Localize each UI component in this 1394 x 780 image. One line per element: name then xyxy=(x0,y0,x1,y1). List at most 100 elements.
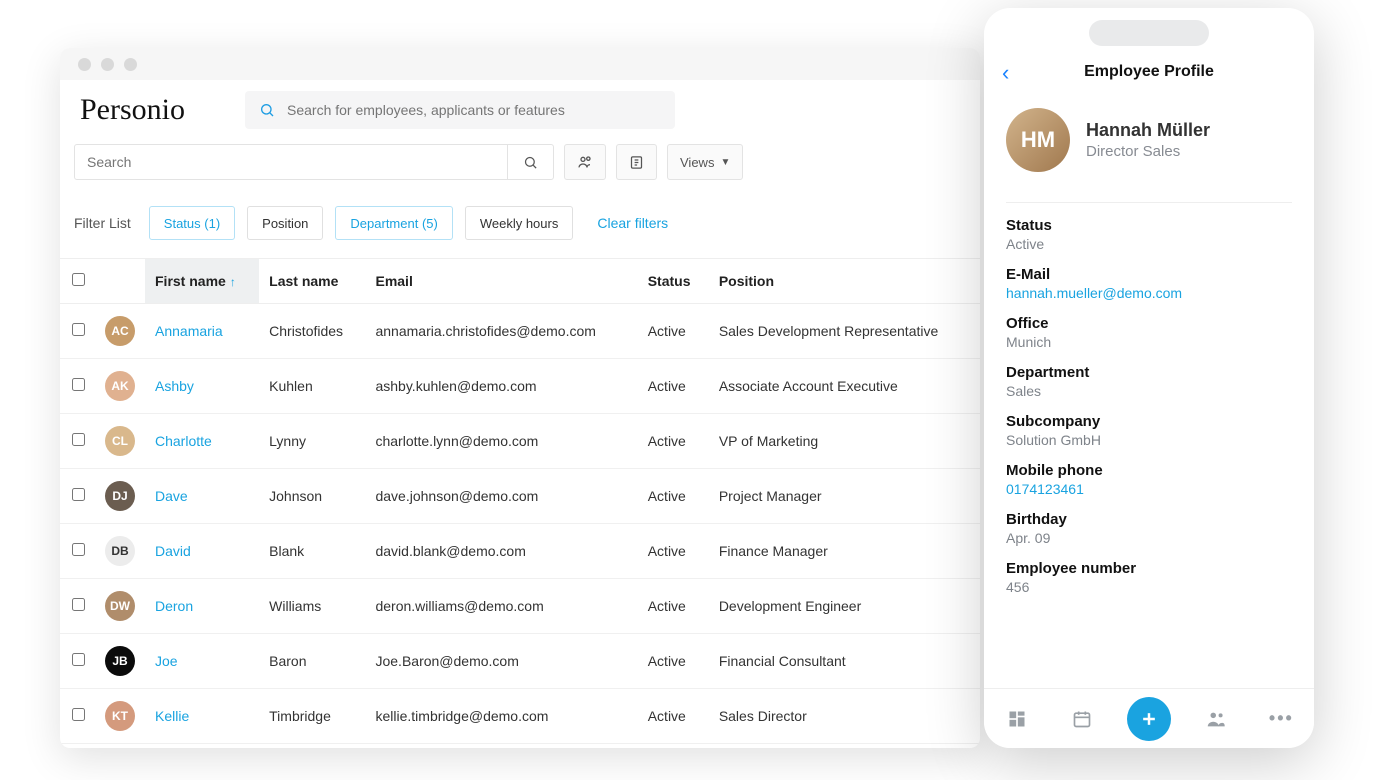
table-row[interactable]: DJDaveJohnsondave.johnson@demo.comActive… xyxy=(60,469,980,524)
filter-chip[interactable]: Weekly hours xyxy=(465,206,574,240)
filter-chip[interactable]: Department (5) xyxy=(335,206,452,240)
tab-add[interactable] xyxy=(1127,697,1171,741)
col-avatar xyxy=(95,259,145,304)
table-search-button[interactable] xyxy=(507,145,553,179)
tab-dashboard[interactable] xyxy=(997,699,1037,739)
avatar: DW xyxy=(105,591,135,621)
table-search[interactable] xyxy=(74,144,554,180)
search-icon xyxy=(259,102,275,118)
position: Sales Director xyxy=(709,689,980,744)
table-row[interactable]: CLCharlotteLynnycharlotte.lynn@demo.comA… xyxy=(60,414,980,469)
table-row[interactable]: KTKellieTimbridgekellie.timbridge@demo.c… xyxy=(60,689,980,744)
filter-chip[interactable]: Position xyxy=(247,206,323,240)
col-first-name[interactable]: First name↑ xyxy=(145,259,259,304)
chevron-down-icon: ▼ xyxy=(720,157,730,168)
brand-logo: Personio xyxy=(74,93,245,127)
tab-people[interactable] xyxy=(1196,699,1236,739)
status: Active xyxy=(638,304,709,359)
last-name: Lynny xyxy=(259,414,365,469)
people-icon xyxy=(577,154,593,170)
email: ashby.kuhlen@demo.com xyxy=(365,359,637,414)
table-row[interactable]: DBDavidBlankdavid.blank@demo.comActiveFi… xyxy=(60,524,980,579)
export-icon xyxy=(629,155,644,170)
first-name-link[interactable]: Kellie xyxy=(155,708,189,724)
dashboard-icon xyxy=(1007,709,1027,729)
divider xyxy=(1006,202,1292,203)
export-button[interactable] xyxy=(616,144,657,180)
first-name-link[interactable]: Charlotte xyxy=(155,433,212,449)
col-position[interactable]: Position xyxy=(709,259,980,304)
search-icon xyxy=(523,155,538,170)
first-name-link[interactable]: Joe xyxy=(155,653,178,669)
global-search[interactable] xyxy=(245,91,675,129)
info-label: Office xyxy=(1006,315,1292,332)
email: Kyle.Kraemer@demo.com xyxy=(365,744,637,749)
info-value: Munich xyxy=(1006,334,1292,350)
window-controls xyxy=(60,48,980,80)
email: dave.johnson@demo.com xyxy=(365,469,637,524)
info-value[interactable]: 0174123461 xyxy=(1006,481,1292,497)
avatar: KT xyxy=(105,701,135,731)
plus-icon xyxy=(1139,709,1159,729)
tab-calendar[interactable] xyxy=(1062,699,1102,739)
employee-list-window: Personio Views ▼ Filter List Status (1) P… xyxy=(60,48,980,748)
email: Joe.Baron@demo.com xyxy=(365,634,637,689)
last-name: Christofides xyxy=(259,304,365,359)
tabbar: ••• xyxy=(984,688,1314,748)
table-row[interactable]: JBJoeBaronJoe.Baron@demo.comActiveFinanc… xyxy=(60,634,980,689)
table-search-input[interactable] xyxy=(75,154,507,170)
position: Project Manager xyxy=(709,469,980,524)
last-name: Johnson xyxy=(259,469,365,524)
status: Active xyxy=(638,469,709,524)
info-item: Employee number456 xyxy=(1006,560,1292,595)
col-email[interactable]: Email xyxy=(365,259,637,304)
select-all-checkbox[interactable] xyxy=(72,273,85,286)
info-value: Sales xyxy=(1006,383,1292,399)
people-picker-button[interactable] xyxy=(564,144,606,180)
info-item: E-Mail hannah.mueller@demo.com xyxy=(1006,266,1292,301)
row-checkbox[interactable] xyxy=(72,378,85,391)
col-checkbox xyxy=(60,259,95,304)
table-row[interactable]: KKKyleKraemerKyle.Kraemer@demo.comActive… xyxy=(60,744,980,749)
info-label: Birthday xyxy=(1006,511,1292,528)
info-item: Mobile phone 0174123461 xyxy=(1006,462,1292,497)
clear-filters-link[interactable]: Clear filters xyxy=(597,215,668,231)
last-name: Kuhlen xyxy=(259,359,365,414)
col-status[interactable]: Status xyxy=(638,259,709,304)
back-button[interactable]: ‹ xyxy=(1002,60,1009,86)
avatar: DB xyxy=(105,536,135,566)
first-name-link[interactable]: David xyxy=(155,543,191,559)
tab-more[interactable]: ••• xyxy=(1261,699,1301,739)
info-item: SubcompanySolution GmbH xyxy=(1006,413,1292,448)
table-row[interactable]: ACAnnamariaChristofidesannamaria.christo… xyxy=(60,304,980,359)
profile-header: ‹ Employee Profile xyxy=(984,52,1314,92)
first-name-link[interactable]: Ashby xyxy=(155,378,194,394)
row-checkbox[interactable] xyxy=(72,598,85,611)
first-name-link[interactable]: Dave xyxy=(155,488,188,504)
row-checkbox[interactable] xyxy=(72,323,85,336)
status: Active xyxy=(638,359,709,414)
row-checkbox[interactable] xyxy=(72,708,85,721)
status: Active xyxy=(638,524,709,579)
avatar: AK xyxy=(105,371,135,401)
device-notch xyxy=(1089,20,1209,46)
info-item: StatusActive xyxy=(1006,217,1292,252)
status: Active xyxy=(638,579,709,634)
info-label: Employee number xyxy=(1006,560,1292,577)
info-label: Mobile phone xyxy=(1006,462,1292,479)
info-label: E-Mail xyxy=(1006,266,1292,283)
first-name-link[interactable]: Deron xyxy=(155,598,193,614)
row-checkbox[interactable] xyxy=(72,543,85,556)
row-checkbox[interactable] xyxy=(72,488,85,501)
info-value[interactable]: hannah.mueller@demo.com xyxy=(1006,285,1292,301)
row-checkbox[interactable] xyxy=(72,433,85,446)
global-search-input[interactable] xyxy=(287,102,661,118)
filter-label: Filter List xyxy=(74,215,131,231)
views-dropdown[interactable]: Views ▼ xyxy=(667,144,743,180)
filter-chip[interactable]: Status (1) xyxy=(149,206,235,240)
first-name-link[interactable]: Annamaria xyxy=(155,323,223,339)
table-row[interactable]: AK Ashby Kuhlenashby.kuhlen@demo.comActive… xyxy=(60,359,980,414)
table-row[interactable]: DWDeronWilliamsderon.williams@demo.comAc… xyxy=(60,579,980,634)
col-last-name[interactable]: Last name xyxy=(259,259,365,304)
row-checkbox[interactable] xyxy=(72,653,85,666)
